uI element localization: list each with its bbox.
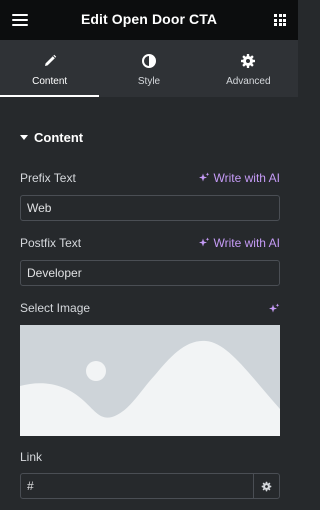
tab-style-label: Style <box>137 76 161 87</box>
tab-style[interactable]: Style <box>99 40 198 97</box>
editor-header: Edit Open Door CTA <box>0 0 298 40</box>
prefix-text-label: Prefix Text <box>20 171 76 185</box>
link-options-button[interactable] <box>253 473 280 499</box>
image-ai-button[interactable] <box>268 302 280 320</box>
half-circle-icon <box>141 54 156 68</box>
section-title: Content <box>34 130 84 145</box>
postfix-text-input[interactable] <box>20 260 280 286</box>
link-url-input[interactable] <box>20 473 254 499</box>
tab-content[interactable]: Content <box>0 40 100 97</box>
select-image-label: Select Image <box>20 301 91 315</box>
ai-sparkle-icon <box>198 172 209 182</box>
image-placeholder[interactable] <box>20 325 280 436</box>
image-placeholder-icon <box>20 325 280 436</box>
prefix-ai-label: Write with AI <box>213 171 280 185</box>
prefix-write-with-ai-button[interactable]: Write with AI <box>198 171 280 185</box>
ai-sparkle-icon <box>269 303 280 313</box>
gear-icon <box>261 481 272 491</box>
content-section-toggle[interactable]: Content <box>20 130 83 145</box>
prefix-text-input[interactable] <box>20 195 280 221</box>
panel-tabs: Content Style Advanced <box>0 40 298 97</box>
gear-icon <box>241 54 256 68</box>
apps-grid-icon[interactable] <box>274 14 286 26</box>
caret-down-icon <box>20 135 28 140</box>
ai-sparkle-icon <box>198 237 209 247</box>
pencil-icon <box>44 54 56 66</box>
panel-title: Edit Open Door CTA <box>80 11 218 27</box>
postfix-text-label: Postfix Text <box>20 236 82 250</box>
postfix-ai-label: Write with AI <box>213 236 280 250</box>
postfix-write-with-ai-button[interactable]: Write with AI <box>198 236 280 250</box>
link-label: Link <box>20 450 43 464</box>
tab-advanced-label: Advanced <box>226 76 271 87</box>
tab-content-label: Content <box>32 76 68 87</box>
tab-advanced[interactable]: Advanced <box>199 40 298 97</box>
